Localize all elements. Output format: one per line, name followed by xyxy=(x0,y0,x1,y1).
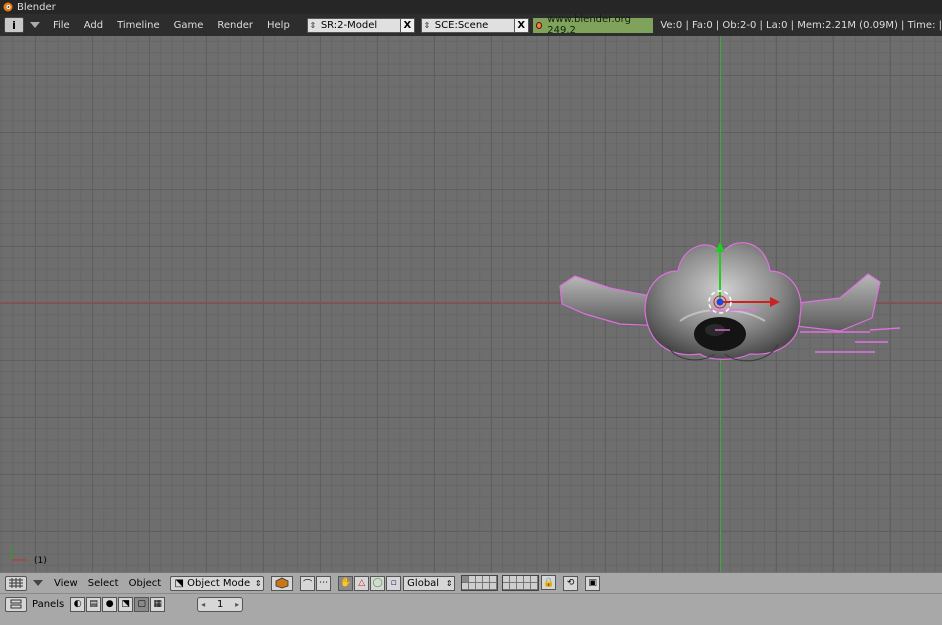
scale-manipulator-icon[interactable]: ▫ xyxy=(386,575,402,591)
buttons-area xyxy=(0,614,942,625)
translate-manipulator-icon[interactable]: △ xyxy=(354,575,370,591)
scene-name[interactable]: SCE:Scene xyxy=(432,20,514,31)
view-axis-icon xyxy=(11,546,26,561)
rotate-manipulator-icon[interactable]: ◯ xyxy=(370,575,386,591)
collapse-menu-icon[interactable] xyxy=(29,22,40,28)
updown-arrows-icon[interactable]: ⇕ xyxy=(253,579,263,588)
lock-icon[interactable]: 🔒 xyxy=(541,575,557,590)
frame-number-field[interactable]: ◂ 1 ▸ xyxy=(197,596,244,612)
editor-type-3dview-icon[interactable] xyxy=(5,575,27,591)
logic-context-icon[interactable]: ◐ xyxy=(70,596,86,612)
layer-group-1[interactable] xyxy=(461,575,499,591)
delete-screen-icon[interactable]: X xyxy=(399,18,414,32)
frame-number-value[interactable]: 1 xyxy=(208,599,232,610)
frame-indicator: (1) xyxy=(34,556,47,566)
snap-grid-icon[interactable]: ⋯ xyxy=(316,575,332,591)
blender-logo-icon xyxy=(535,21,543,29)
menu-object[interactable]: Object xyxy=(124,578,167,589)
layer-group-2[interactable] xyxy=(502,575,540,591)
script-context-icon[interactable]: ▤ xyxy=(86,596,102,612)
menu-add[interactable]: Add xyxy=(77,20,110,31)
collapse-menu-icon[interactable] xyxy=(33,580,43,586)
window-title: Blender xyxy=(17,1,56,13)
hand-icon[interactable]: ✋ xyxy=(338,575,354,591)
editor-type-info-icon[interactable]: i xyxy=(4,17,24,33)
menu-view[interactable]: View xyxy=(49,578,83,589)
transform-manipulator[interactable] xyxy=(696,236,796,326)
delete-scene-icon[interactable]: X xyxy=(513,18,528,32)
menu-file[interactable]: File xyxy=(46,20,77,31)
menu-help[interactable]: Help xyxy=(260,20,297,31)
panels-label[interactable]: Panels xyxy=(27,599,69,610)
screen-name[interactable]: SR:2-Model xyxy=(318,20,400,31)
version-badge: www.blender.org 249.2 xyxy=(532,14,654,36)
link-icon[interactable]: ⟲ xyxy=(563,575,579,591)
info-header: i File Add Timeline Game Render Help ⇕ S… xyxy=(0,14,942,36)
render-icon[interactable]: ▣ xyxy=(585,575,601,591)
updown-arrows-icon[interactable]: ⇕ xyxy=(308,21,318,30)
mode-selector[interactable]: ⬔ Object Mode ⇕ xyxy=(170,575,265,591)
mode-label[interactable]: Object Mode xyxy=(185,578,253,589)
editing-context-icon[interactable]: ▢ xyxy=(134,596,150,612)
scene-stats: Ve:0 | Fa:0 | Ob:2-0 | La:0 | Mem:2.21M … xyxy=(660,19,942,31)
screen-selector[interactable]: ⇕ SR:2-Model X xyxy=(306,17,415,33)
orientation-label[interactable]: Global xyxy=(404,578,444,589)
shading-context-icon[interactable]: ● xyxy=(102,596,118,612)
decrement-arrow-icon[interactable]: ◂ xyxy=(198,600,208,609)
menu-render[interactable]: Render xyxy=(210,20,260,31)
blender-logo-icon xyxy=(3,2,13,12)
3d-view-header: View Select Object ⬔ Object Mode ⇕ ⌒ ⋯ ✋… xyxy=(0,572,942,593)
layer-buttons[interactable]: 🔒 xyxy=(461,575,557,591)
menu-game[interactable]: Game xyxy=(167,20,211,31)
orientation-selector[interactable]: Global ⇕ xyxy=(403,575,456,591)
version-text: www.blender.org 249.2 xyxy=(547,14,631,36)
object-context-icon[interactable]: ⬔ xyxy=(118,596,134,612)
buttons-header: Panels ◐ ▤ ● ⬔ ▢ ▦ ◂ 1 ▸ xyxy=(0,593,942,614)
editor-type-buttons-icon[interactable] xyxy=(5,596,27,612)
scene-context-icon[interactable]: ▦ xyxy=(150,596,166,612)
menu-select[interactable]: Select xyxy=(83,578,124,589)
3d-viewport[interactable]: (1) xyxy=(0,36,942,572)
menu-timeline[interactable]: Timeline xyxy=(110,20,167,31)
increment-arrow-icon[interactable]: ▸ xyxy=(232,600,242,609)
window-titlebar: Blender xyxy=(0,0,942,14)
scene-selector[interactable]: ⇕ SCE:Scene X xyxy=(420,17,529,33)
updown-arrows-icon[interactable]: ⇕ xyxy=(444,579,454,588)
object-mode-icon: ⬔ xyxy=(174,577,184,589)
draw-type-icon[interactable] xyxy=(271,575,294,591)
pivot-icon[interactable]: ⌒ xyxy=(300,575,316,591)
updown-arrows-icon[interactable]: ⇕ xyxy=(422,21,432,30)
